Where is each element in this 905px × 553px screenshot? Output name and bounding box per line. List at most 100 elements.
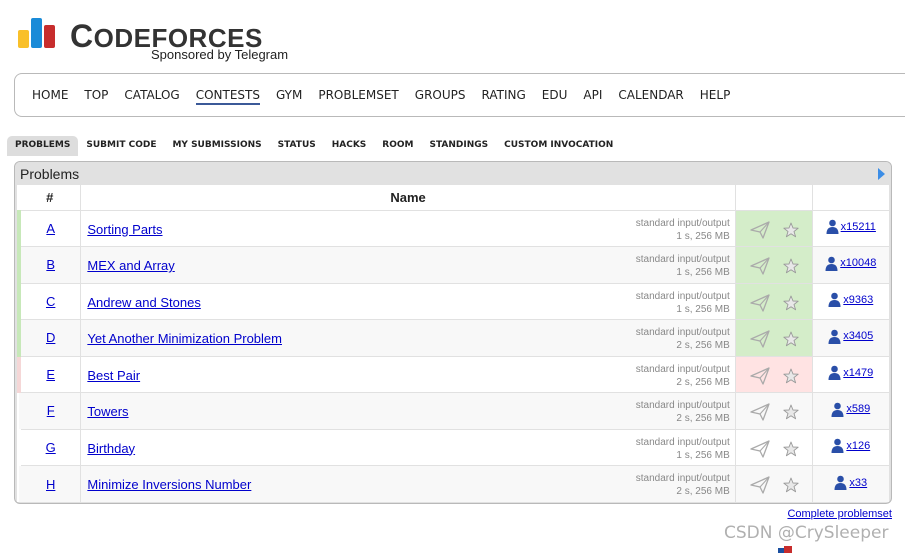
tab-submit-code[interactable]: SUBMIT CODE — [78, 136, 164, 156]
nav-item-calendar[interactable]: CALENDAR — [618, 88, 683, 105]
solved-count-link[interactable]: x15211 — [826, 219, 876, 235]
favourite-star-icon[interactable] — [783, 441, 799, 457]
nav-item-top[interactable]: TOP — [84, 88, 108, 105]
submit-icon[interactable] — [750, 330, 770, 348]
submit-icon[interactable] — [750, 403, 770, 421]
contest-sub-navigation: PROBLEMS SUBMIT CODE MY SUBMISSIONS STATUS H… — [7, 136, 621, 156]
submit-icon[interactable] — [750, 476, 770, 494]
favourite-star-icon[interactable] — [783, 404, 799, 420]
problem-name-link[interactable]: Towers — [87, 404, 128, 419]
nav-item-edu[interactable]: EDU — [542, 88, 568, 105]
problem-io: standard input/output — [635, 400, 730, 411]
problem-name-link[interactable]: Sorting Parts — [87, 222, 162, 237]
problem-id-link[interactable]: H — [46, 477, 55, 492]
problem-name-link[interactable]: Best Pair — [87, 368, 140, 383]
problem-id-cell: B — [17, 246, 82, 283]
problem-id-link[interactable]: E — [46, 367, 55, 382]
problem-actions-cell — [735, 392, 813, 429]
problem-row-g: G Birthday standard input/output 1 s, 256 M… — [19, 428, 889, 466]
problem-time-memory: 2 s, 256 MB — [676, 376, 730, 388]
submit-icon[interactable] — [750, 366, 770, 385]
problem-name-link[interactable]: Yet Another Minimization Problem — [87, 331, 282, 346]
problem-solved-cell: x10048 — [812, 246, 889, 283]
problem-id-link[interactable]: C — [46, 294, 55, 309]
problem-id-cell: A — [17, 209, 82, 247]
favourite-star-icon[interactable] — [783, 368, 799, 384]
tab-my-submissions[interactable]: MY SUBMISSIONS — [164, 136, 269, 156]
favourite-star-icon[interactable] — [783, 258, 799, 274]
problem-name-cell: Andrew and Stones standard input/output 1 … — [80, 282, 736, 320]
tab-status[interactable]: STATUS — [270, 136, 324, 156]
submit-icon[interactable] — [750, 257, 770, 275]
problem-name-link[interactable]: Minimize Inversions Number — [87, 477, 251, 492]
problem-limits: standard input/output 1 s, 256 MB — [636, 436, 730, 462]
nav-item-catalog[interactable]: CATALOG — [124, 88, 179, 105]
problem-id-link[interactable]: D — [46, 330, 55, 345]
problem-io: standard input/output — [635, 436, 730, 448]
logo-bars-icon — [18, 16, 60, 48]
problem-time-memory: 2 s, 256 MB — [676, 413, 730, 424]
nav-item-help[interactable]: HELP — [700, 88, 731, 105]
nav-item-contests[interactable]: CONTESTS — [195, 88, 260, 105]
solved-count: x589 — [846, 403, 871, 416]
problem-id-cell: F — [19, 392, 82, 429]
solved-count-link[interactable]: x3405 — [828, 329, 873, 344]
nav-item-groups[interactable]: GROUPS — [415, 88, 466, 105]
user-icon — [826, 219, 839, 235]
favourite-star-icon[interactable] — [783, 331, 799, 347]
expand-arrow-icon[interactable] — [878, 168, 885, 180]
favourite-star-icon[interactable] — [783, 477, 799, 493]
tab-standings[interactable]: STANDINGS — [422, 136, 497, 156]
nav-item-rating[interactable]: RATING — [481, 88, 525, 105]
nav-item-problemset[interactable]: PROBLEMSET — [318, 88, 398, 105]
tab-problems[interactable]: PROBLEMS — [7, 136, 79, 156]
tab-room[interactable]: ROOM — [374, 136, 421, 156]
problem-solved-cell: x33 — [812, 465, 889, 502]
nav-item-home[interactable]: HOME — [32, 88, 68, 105]
nav-item-api[interactable]: API — [583, 88, 602, 105]
tab-hacks[interactable]: HACKS — [324, 136, 375, 156]
favourite-star-icon[interactable] — [783, 222, 799, 238]
problem-time-memory: 1 s, 256 MB — [676, 230, 730, 242]
problem-id-link[interactable]: G — [46, 440, 56, 455]
complete-problemset-link[interactable]: Complete problemset — [787, 508, 892, 520]
problem-time-memory: 1 s, 256 MB — [676, 303, 730, 315]
user-icon — [828, 365, 841, 381]
codeforces-logo[interactable]: CODEFORCES Sponsored by Telegram — [18, 14, 298, 66]
problem-name-cell: Yet Another Minimization Problem standard… — [80, 319, 736, 356]
problem-name-link[interactable]: MEX and Array — [87, 258, 174, 273]
problem-id-link[interactable]: A — [46, 221, 55, 236]
user-icon — [834, 475, 847, 490]
solved-count-link[interactable]: x589 — [831, 402, 870, 417]
solved-count-link[interactable]: x10048 — [825, 256, 876, 271]
watermark-mark-icon — [778, 546, 792, 553]
problem-row-c: C Andrew and Stones standard input/output 1… — [17, 282, 889, 320]
problem-actions-cell — [735, 209, 813, 247]
problem-id-link[interactable]: B — [46, 257, 55, 272]
problem-limits: standard input/output 2 s, 256 MB — [636, 472, 730, 498]
nav-item-gym[interactable]: GYM — [276, 88, 302, 105]
problem-io: standard input/output — [635, 363, 730, 375]
problem-name-link[interactable]: Andrew and Stones — [87, 295, 200, 310]
submit-icon[interactable] — [750, 439, 770, 458]
problem-id-link[interactable]: F — [47, 403, 55, 418]
problem-solved-cell: x589 — [812, 392, 889, 429]
solved-count-link[interactable]: x9363 — [828, 292, 873, 308]
solved-count-link[interactable]: x1479 — [828, 365, 874, 381]
problem-name-link[interactable]: Birthday — [87, 441, 135, 456]
problem-io: standard input/output — [635, 217, 730, 229]
problem-io: standard input/output — [635, 254, 730, 265]
submit-icon[interactable] — [750, 293, 770, 312]
problem-id-cell: H — [19, 465, 82, 502]
solved-count: x1479 — [843, 366, 874, 379]
solved-count-link[interactable]: x126 — [831, 438, 870, 454]
logo-subtitle: Sponsored by Telegram — [151, 47, 289, 62]
favourite-star-icon[interactable] — [783, 295, 799, 311]
tab-custom-invocation[interactable]: CUSTOM INVOCATION — [496, 136, 621, 156]
solved-count-link[interactable]: x33 — [834, 475, 867, 490]
main-nav-list: HOME TOP CATALOG CONTESTS GYM PROBLEMSET GROUP… — [32, 88, 746, 105]
user-icon — [831, 438, 844, 454]
user-icon — [825, 256, 838, 271]
submit-icon[interactable] — [750, 220, 770, 239]
column-header-name: Name — [80, 185, 736, 211]
